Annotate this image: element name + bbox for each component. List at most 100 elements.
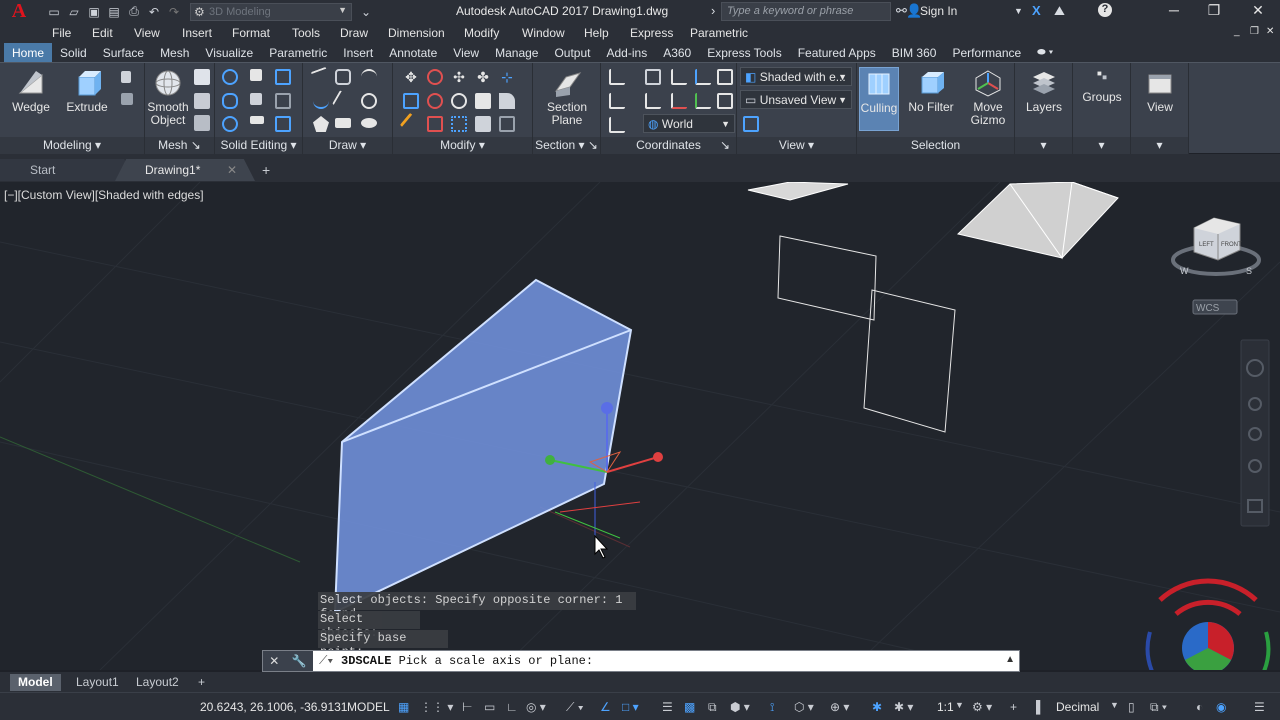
lineweight-icon[interactable]: ☰ [662,700,673,714]
chevron-down-icon[interactable]: ▼ [955,700,964,710]
extrude-faces-icon[interactable] [275,69,291,85]
subtract-icon[interactable] [222,93,238,109]
ucs-x-icon[interactable] [671,93,687,109]
save-icon[interactable]: ▣ [84,2,104,22]
ucs-face-icon[interactable] [717,93,733,109]
window-restore-small-icon[interactable]: ❐ [1250,26,1259,37]
intersect-icon[interactable] [222,116,238,132]
panel-expand-view[interactable]: ▾ [1131,137,1188,154]
tab-solid[interactable]: Solid [52,43,95,62]
command-history-toggle-icon[interactable]: ▲ [1005,654,1015,665]
menu-view[interactable]: View [134,26,182,40]
menu-tools[interactable]: Tools [292,26,340,40]
circle-icon[interactable] [361,93,377,109]
tab-bim-360[interactable]: BIM 360 [884,43,945,62]
ucs-z-axis-icon[interactable] [695,69,711,85]
new-tab-plus-icon[interactable]: + [262,162,270,178]
menu-express[interactable]: Express [630,26,690,40]
autocad-logo-icon[interactable]: A [0,0,38,23]
panel-label-view[interactable]: View ▾ [737,137,856,154]
exchange-apps-icon[interactable]: X [1032,3,1041,18]
tab-annotate[interactable]: Annotate [381,43,445,62]
grid-display-icon[interactable]: ▦ [398,700,409,714]
tab-layout2[interactable]: Layout2 [128,674,187,691]
wedge-button[interactable]: Wedge [3,69,59,114]
menu-help[interactable]: Help [584,26,630,40]
tab-featured-apps[interactable]: Featured Apps [790,43,884,62]
dynamic-input-icon[interactable]: ▭ [484,700,495,714]
quick-properties-icon[interactable]: ▯ [1128,700,1135,714]
search-input[interactable]: Type a keyword or phrase [721,2,891,21]
layers-button[interactable]: Layers [1016,69,1072,114]
annotation-scale[interactable]: 1:1 [937,700,954,714]
maximize-button[interactable]: ❐ [1194,2,1234,21]
arc-icon[interactable] [361,69,377,85]
menu-format[interactable]: Format [232,26,292,40]
doc-tab-drawing1[interactable]: Drawing1* ✕ [115,159,255,181]
menu-draw[interactable]: Draw [340,26,388,40]
tab-view[interactable]: View [445,43,487,62]
minimize-button[interactable]: ─ [1154,2,1194,21]
ucs-y-icon[interactable] [695,93,711,109]
gizmo-icon[interactable]: ⊕ ▾ [830,700,849,714]
ucs-view-icon[interactable] [609,93,625,109]
menu-file[interactable]: File [52,26,92,40]
isolate-objects-icon[interactable]: ◐ [1196,700,1203,714]
wireframe-plane-1[interactable] [777,235,877,321]
3d-object-snap-icon[interactable]: ⬢ ▾ [730,700,750,714]
chevron-down-icon[interactable]: ▼ [1014,6,1023,16]
viewport-controls-label[interactable]: [−][Custom View][Shaded with edges] [4,188,204,202]
new-layout-plus-icon[interactable]: + [190,674,213,691]
workspace-gear-icon[interactable]: ⚙ ▾ [972,700,992,714]
extract-edges-icon[interactable] [250,69,262,81]
tab-parametric[interactable]: Parametric [261,43,335,62]
panel-label-draw[interactable]: Draw ▾ [303,137,392,154]
close-icon[interactable]: ✕ [227,163,237,177]
culling-button[interactable]: Culling [859,67,899,131]
smooth-object-button[interactable]: Smooth Object [140,69,196,127]
menu-modify[interactable]: Modify [464,26,522,40]
panel-label-solid-editing[interactable]: Solid Editing ▾ [215,137,302,154]
offset-icon[interactable] [499,116,515,132]
window-close-small-icon[interactable]: ✕ [1266,26,1274,37]
panel-label-selection[interactable]: Selection [857,137,1014,154]
doc-tab-start[interactable]: Start [0,159,135,181]
menu-window[interactable]: Window [522,26,584,40]
tab-home[interactable]: Home [4,43,53,62]
tab-a360[interactable]: A360 [655,43,699,62]
presspull-icon[interactable] [121,93,133,105]
object-snap-icon[interactable]: □ ▾ [622,700,639,714]
menu-insert[interactable]: Insert [182,26,232,40]
wireframe-plane-2[interactable] [863,289,956,433]
tab-layout1[interactable]: Layout1 [68,674,127,691]
move-icon[interactable]: ✥ [403,69,419,85]
mesh-smooth-less-icon[interactable] [194,93,210,109]
tab-insert[interactable]: Insert [335,43,381,62]
wedge-solid-top[interactable] [747,182,849,201]
separate-icon[interactable] [275,93,291,109]
selected-wedge-solid[interactable] [333,278,633,614]
model-space-button[interactable]: MODEL [347,700,390,714]
infer-constraints-icon[interactable]: ⊢ [462,700,472,714]
panel-label-modify[interactable]: Modify ▾ [393,137,532,154]
view-button[interactable]: View [1132,69,1188,114]
polysolid-icon[interactable] [121,71,131,83]
dynamic-ucs-icon[interactable]: ⟟ [770,700,774,715]
units-selector[interactable]: Decimal [1056,700,1099,714]
command-icon[interactable]: ⟋▾ [319,653,333,668]
annotation-visibility-icon[interactable]: ✱ [872,700,882,714]
open-file-icon[interactable]: ▱ [64,2,84,22]
spline-icon[interactable] [313,93,329,109]
panel-expand-layers[interactable]: ▾ [1015,137,1072,154]
a360-icon[interactable]: ⛰ [1054,3,1065,19]
union-icon[interactable] [222,69,238,85]
lock-ui-icon[interactable]: ⧉ ▾ [1150,700,1167,715]
transparency-icon[interactable]: ▩ [684,700,695,714]
workspace-switcher[interactable]: ⚙ 3D Modeling ▼ [190,2,352,21]
polar-tracking-icon[interactable]: ◎ ▾ [526,700,546,714]
ortho-mode-icon[interactable]: ∟ [506,700,518,714]
polyline-icon[interactable] [335,69,351,85]
menu-edit[interactable]: Edit [92,26,134,40]
polygon-icon[interactable] [313,116,329,132]
line-icon[interactable] [310,66,332,88]
